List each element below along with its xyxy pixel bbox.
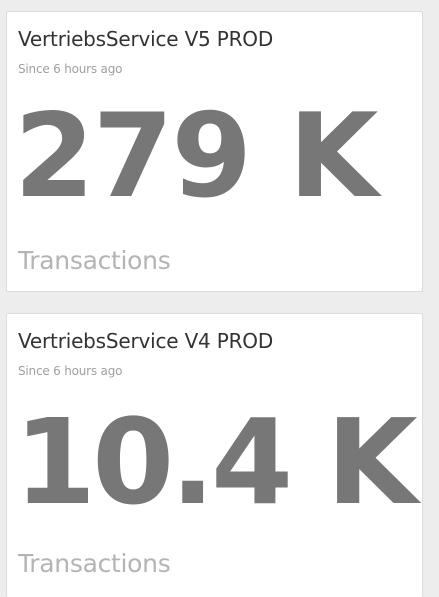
widget-title[interactable]: VertriebsService V5 PROD	[18, 27, 273, 51]
widget-value: 279 K	[14, 89, 378, 224]
billboard-widget-v4[interactable]: VertriebsService V4 PROD Since 6 hours a…	[6, 313, 423, 597]
widget-time-range: Since 6 hours ago	[18, 62, 123, 76]
widget-time-range: Since 6 hours ago	[18, 364, 123, 378]
widget-value: 10.4 K	[14, 393, 418, 531]
widget-metric-label: Transactions	[18, 549, 171, 578]
widget-title[interactable]: VertriebsService V4 PROD	[18, 329, 273, 353]
billboard-widget-v5[interactable]: VertriebsService V5 PROD Since 6 hours a…	[6, 11, 423, 292]
dashboard: VertriebsService V5 PROD Since 6 hours a…	[0, 0, 439, 597]
widget-metric-label: Transactions	[18, 246, 171, 275]
